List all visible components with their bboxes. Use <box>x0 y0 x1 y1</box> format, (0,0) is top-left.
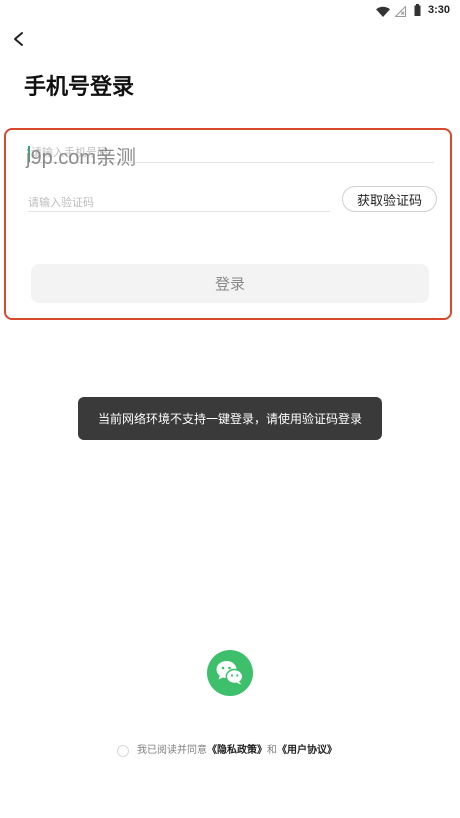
agreement-checkbox[interactable] <box>117 745 129 757</box>
battery-icon <box>414 3 421 16</box>
back-button[interactable] <box>8 28 30 50</box>
toast-message: 当前网络环境不支持一键登录，请使用验证码登录 <box>78 397 382 440</box>
agreement-and: 和 <box>267 745 277 756</box>
code-input[interactable] <box>28 194 330 212</box>
text-cursor <box>28 146 30 162</box>
status-time: 3:30 <box>428 4 451 16</box>
chevron-left-icon <box>11 31 27 47</box>
agreement-prefix: 我已阅读并同意 <box>137 745 207 756</box>
no-signal-icon <box>394 4 406 17</box>
page-title: 手机号登录 <box>24 74 135 99</box>
privacy-policy-link[interactable]: 《隐私政策》 <box>207 745 267 756</box>
status-bar: 3:30 <box>0 0 460 20</box>
phone-input[interactable] <box>28 144 434 163</box>
wechat-icon <box>207 650 253 696</box>
agreement-text: 我已阅读并同意《隐私政策》和《用户协议》 <box>137 745 337 757</box>
wifi-icon <box>376 4 390 17</box>
wechat-login-button[interactable] <box>207 650 253 696</box>
get-code-button[interactable]: 获取验证码 <box>342 186 437 212</box>
user-agreement-link[interactable]: 《用户协议》 <box>277 745 337 756</box>
login-button[interactable]: 登录 <box>31 264 429 303</box>
